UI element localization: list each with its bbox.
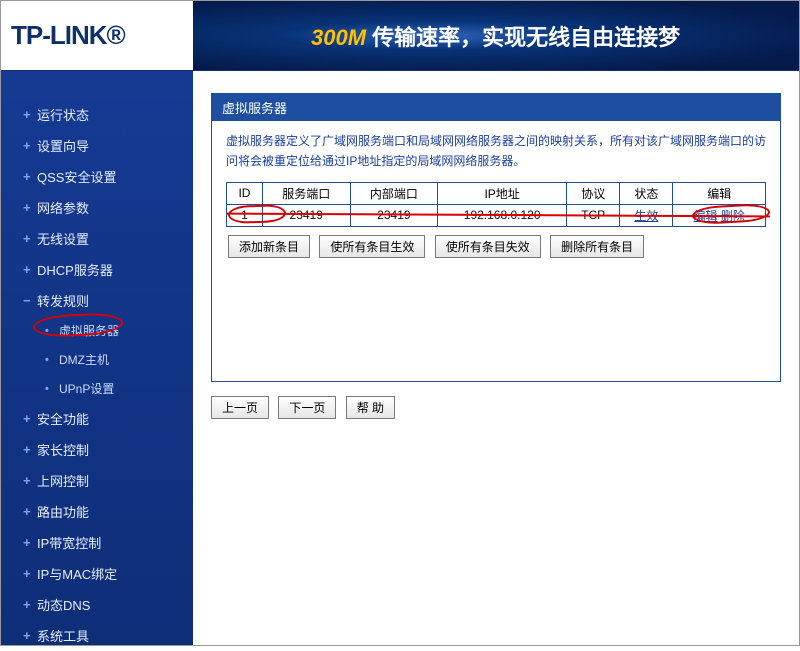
cell-internal-port: 23419: [350, 204, 438, 226]
sidebar-item[interactable]: +DHCP服务器: [1, 254, 193, 285]
bullet-icon: •: [45, 354, 59, 366]
panel-description: 虚拟服务器定义了广域网服务端口和局域网网络服务器之间的映射关系，所有对该广域网服…: [226, 131, 766, 172]
collapse-icon: −: [23, 293, 37, 308]
expand-icon: +: [23, 628, 37, 643]
cell-id: 1: [227, 204, 263, 226]
table-row: 1 23419 23419 192.168.0.120 TCP 生效 编辑 删除: [227, 204, 766, 226]
expand-icon: +: [23, 597, 37, 612]
brand-logo: TP-LINK®: [11, 20, 125, 51]
col-edit: 编辑: [673, 182, 766, 204]
sidebar-item[interactable]: +网络参数: [1, 192, 193, 223]
col-service-port: 服务端口: [262, 182, 350, 204]
sidebar-item-label: 系统工具: [37, 626, 193, 645]
col-internal-port: 内部端口: [350, 182, 438, 204]
sidebar-item-label: 运行状态: [37, 105, 193, 124]
sidebar-item-label: UPnP设置: [59, 380, 193, 397]
expand-icon: +: [23, 473, 37, 488]
panel-body: 虚拟服务器定义了广域网服务端口和局域网网络服务器之间的映射关系，所有对该广域网服…: [212, 121, 780, 381]
sidebar-item[interactable]: +动态DNS: [1, 589, 193, 620]
col-status: 状态: [620, 182, 673, 204]
virtual-server-panel: 虚拟服务器 虚拟服务器定义了广域网服务端口和局域网网络服务器之间的映射关系，所有…: [211, 93, 781, 382]
cell-protocol: TCP: [567, 204, 620, 226]
sidebar-item-label: 虚拟服务器: [59, 322, 193, 339]
sidebar-item-label: IP带宽控制: [37, 533, 193, 552]
expand-icon: +: [23, 231, 37, 246]
add-entry-button[interactable]: 添加新条目: [228, 235, 310, 258]
sidebar-item-label: 无线设置: [37, 229, 193, 248]
bullet-icon: •: [45, 383, 59, 395]
expand-icon: +: [23, 411, 37, 426]
col-ip: IP地址: [438, 182, 567, 204]
enable-all-button[interactable]: 使所有条目生效: [319, 235, 425, 258]
sidebar: +运行状态+设置向导+QSS安全设置+网络参数+无线设置+DHCP服务器−转发规…: [1, 71, 193, 645]
sidebar-item-label: 安全功能: [37, 409, 193, 428]
sidebar-item[interactable]: +上网控制: [1, 465, 193, 496]
help-button[interactable]: 帮 助: [346, 396, 395, 419]
sidebar-item-label: DMZ主机: [59, 351, 193, 368]
sidebar-item[interactable]: +QSS安全设置: [1, 161, 193, 192]
cell-service-port: 23419: [262, 204, 350, 226]
sidebar-item-label: 家长控制: [37, 440, 193, 459]
action-bar: 添加新条目 使所有条目生效 使所有条目失效 删除所有条目: [226, 235, 766, 258]
header: TP-LINK® 300M 传输速率，实现无线自由连接梦: [1, 1, 799, 71]
sidebar-item-label: 路由功能: [37, 502, 193, 521]
table-header-row: ID 服务端口 内部端口 IP地址 协议 状态 编辑: [227, 182, 766, 204]
sidebar-item[interactable]: +路由功能: [1, 496, 193, 527]
banner-accent: 300M: [311, 25, 366, 50]
sidebar-sub-item[interactable]: •UPnP设置: [1, 374, 193, 403]
banner-text: 300M 传输速率，实现无线自由连接梦: [311, 20, 680, 52]
sidebar-item-label: 设置向导: [37, 136, 193, 155]
sidebar-item[interactable]: +设置向导: [1, 130, 193, 161]
sidebar-sub-item[interactable]: •虚拟服务器: [1, 316, 193, 345]
sidebar-item[interactable]: +IP带宽控制: [1, 527, 193, 558]
sidebar-item-label: 上网控制: [37, 471, 193, 490]
col-protocol: 协议: [567, 182, 620, 204]
sidebar-item-label: DHCP服务器: [37, 260, 193, 279]
sidebar-item-label: 转发规则: [37, 291, 193, 310]
expand-icon: +: [23, 262, 37, 277]
content: 虚拟服务器 虚拟服务器定义了广域网服务端口和局域网网络服务器之间的映射关系，所有…: [193, 71, 799, 645]
banner: 300M 传输速率，实现无线自由连接梦: [193, 1, 799, 70]
pager: 上一页 下一页 帮 助: [211, 396, 781, 419]
main: +运行状态+设置向导+QSS安全设置+网络参数+无线设置+DHCP服务器−转发规…: [1, 71, 799, 645]
sidebar-item-label: 动态DNS: [37, 595, 193, 614]
panel-title: 虚拟服务器: [212, 94, 780, 121]
expand-icon: +: [23, 107, 37, 122]
prev-page-button[interactable]: 上一页: [211, 396, 269, 419]
expand-icon: +: [23, 138, 37, 153]
logo-box: TP-LINK®: [1, 1, 193, 70]
delete-all-button[interactable]: 删除所有条目: [550, 235, 644, 258]
sidebar-item[interactable]: +无线设置: [1, 223, 193, 254]
virtual-server-table: ID 服务端口 内部端口 IP地址 协议 状态 编辑 1 23419: [226, 182, 766, 227]
delete-link[interactable]: 删除: [721, 209, 745, 223]
sidebar-item[interactable]: +安全功能: [1, 403, 193, 434]
sidebar-item-label: QSS安全设置: [37, 167, 193, 186]
expand-icon: +: [23, 200, 37, 215]
expand-icon: +: [23, 504, 37, 519]
next-page-button[interactable]: 下一页: [278, 396, 336, 419]
expand-icon: +: [23, 169, 37, 184]
banner-rest: 传输速率，实现无线自由连接梦: [366, 25, 680, 50]
sidebar-item-label: IP与MAC绑定: [37, 564, 193, 583]
sidebar-sub-item[interactable]: •DMZ主机: [1, 345, 193, 374]
expand-icon: +: [23, 535, 37, 550]
sidebar-item[interactable]: −转发规则: [1, 285, 193, 316]
sidebar-item[interactable]: +系统工具: [1, 620, 193, 651]
expand-icon: +: [23, 566, 37, 581]
expand-icon: +: [23, 442, 37, 457]
bullet-icon: •: [45, 325, 59, 337]
sidebar-item-label: 网络参数: [37, 198, 193, 217]
disable-all-button[interactable]: 使所有条目失效: [435, 235, 541, 258]
edit-link[interactable]: 编辑: [694, 209, 718, 223]
sidebar-item[interactable]: +IP与MAC绑定: [1, 558, 193, 589]
sidebar-item[interactable]: +运行状态: [1, 99, 193, 130]
cell-status-link[interactable]: 生效: [634, 209, 658, 223]
col-id: ID: [227, 182, 263, 204]
cell-ip: 192.168.0.120: [438, 204, 567, 226]
sidebar-item[interactable]: +家长控制: [1, 434, 193, 465]
